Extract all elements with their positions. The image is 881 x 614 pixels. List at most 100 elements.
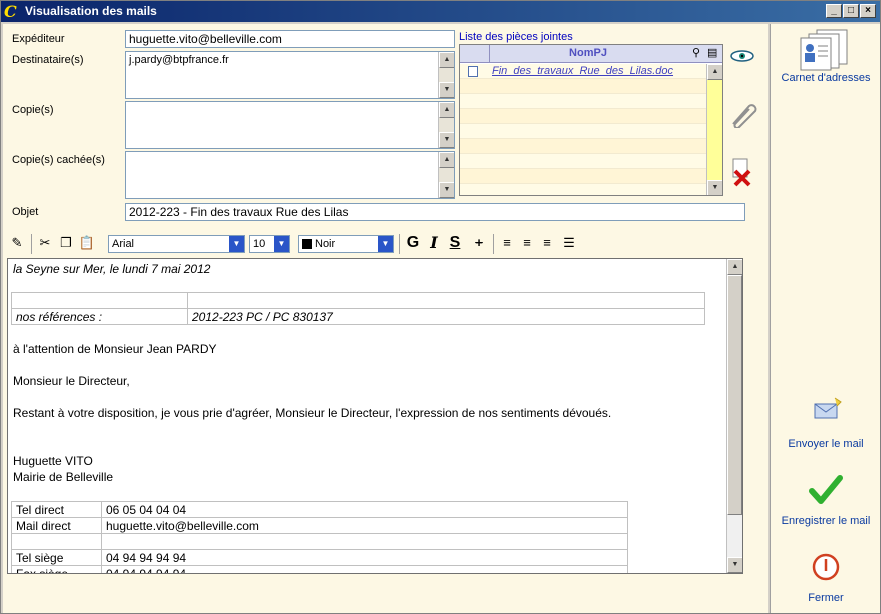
paperclip-icon[interactable] — [727, 100, 757, 129]
empty-row — [460, 139, 706, 154]
send-mail-icon[interactable] — [811, 396, 845, 426]
minimize-button[interactable]: _ — [826, 4, 842, 18]
attachments-title: Liste des pièces jointes — [459, 31, 573, 43]
strikethrough-icon[interactable]: + — [469, 233, 489, 253]
grid-corner — [460, 45, 490, 63]
toolbar-separator — [399, 234, 400, 254]
subject-field[interactable]: 2012-223 - Fin des travaux Rue des Lilas — [125, 203, 745, 221]
message-body-editor[interactable]: la Seyne sur Mer, le lundi 7 mai 2012 no… — [7, 258, 743, 574]
chevron-down-icon[interactable]: ▼ — [274, 236, 289, 252]
sender-field[interactable]: huguette.vito@belleville.com — [125, 30, 455, 48]
signer-name: Huguette VITO — [13, 454, 93, 468]
recipients-scrollbar[interactable]: ▲ ▼ — [438, 52, 454, 98]
close-window-button[interactable]: × — [860, 4, 876, 18]
toolbar-separator — [493, 234, 494, 254]
italic-button[interactable]: I — [424, 233, 444, 253]
attachment-row[interactable]: Fin_des_travaux_Rue_des_Lilas.doc — [460, 64, 706, 79]
maximize-button[interactable]: □ — [843, 4, 859, 18]
color-value: Noir — [315, 238, 336, 250]
bcc-scrollbar[interactable]: ▲ ▼ — [438, 152, 454, 198]
scroll-up-icon[interactable]: ▲ — [439, 102, 454, 118]
attention-line: à l'attention de Monsieur Jean PARDY — [13, 342, 217, 356]
contact-label — [11, 533, 102, 550]
align-center-icon[interactable]: ≡ — [517, 233, 537, 253]
chevron-down-icon[interactable]: ▼ — [229, 236, 244, 252]
empty-row — [460, 109, 706, 124]
export-icon[interactable]: ▤ — [707, 46, 717, 59]
attachments-header: NomPJ ⚲ ▤ — [460, 45, 722, 63]
date-line: la Seyne sur Mer, le lundi 7 mai 2012 — [13, 262, 211, 276]
contact-value — [101, 533, 628, 550]
address-book-button[interactable]: Carnet d'adresses — [771, 72, 881, 84]
column-header-nompj[interactable]: NomPJ — [490, 47, 686, 59]
attachments-grid: NomPJ ⚲ ▤ Fin_des_travaux_Rue_des_Lilas.… — [459, 44, 723, 196]
close-button[interactable]: Fermer — [771, 592, 881, 604]
attachment-link[interactable]: Fin_des_travaux_Rue_des_Lilas.doc — [492, 65, 673, 77]
view-eye-icon[interactable] — [729, 49, 755, 67]
bold-button[interactable]: G — [403, 233, 423, 253]
closing-line: Restant à votre disposition, je vous pri… — [13, 406, 612, 420]
paste-icon[interactable]: 📋 — [77, 233, 97, 253]
checkmark-icon[interactable] — [809, 474, 843, 506]
scroll-thumb[interactable] — [727, 275, 742, 515]
scroll-up-icon[interactable]: ▲ — [707, 64, 722, 80]
scroll-down-icon[interactable]: ▼ — [727, 557, 742, 573]
scroll-up-icon[interactable]: ▲ — [727, 259, 742, 275]
empty-row — [460, 184, 706, 195]
table-cell — [11, 292, 188, 309]
format-toolbar: ✎ ✂ ❐ 📋 Arial ▼ 10 ▼ Noir ▼ G I S + ≡ ≡ … — [3, 230, 768, 258]
send-mail-button[interactable]: Envoyer le mail — [771, 438, 881, 450]
spellcheck-icon[interactable]: ✎ — [7, 233, 27, 253]
chevron-down-icon[interactable]: ▼ — [378, 236, 393, 252]
attachments-rows: Fin_des_travaux_Rue_des_Lilas.doc — [460, 64, 706, 195]
reference-value: 2012-223 PC / PC 830137 — [187, 308, 705, 325]
align-left-icon[interactable]: ≡ — [497, 233, 517, 253]
color-select[interactable]: Noir ▼ — [298, 235, 394, 253]
scroll-down-icon[interactable]: ▼ — [439, 82, 454, 98]
cc-field[interactable]: ▲ ▼ — [125, 101, 455, 149]
cc-label: Copie(s) — [12, 104, 54, 116]
contact-label: Mail direct — [11, 517, 102, 534]
cc-scrollbar[interactable]: ▲ ▼ — [438, 102, 454, 148]
bcc-field[interactable]: ▲ ▼ — [125, 151, 455, 199]
scroll-down-icon[interactable]: ▼ — [707, 180, 722, 195]
title-bar: C Visualisation des mails _ □ × — [1, 1, 880, 22]
mail-viewer-window: C Visualisation des mails _ □ × Expédite… — [0, 0, 881, 614]
align-justify-icon[interactable]: ☰ — [559, 233, 579, 253]
copy-icon[interactable]: ❐ — [56, 233, 76, 253]
scroll-down-icon[interactable]: ▼ — [439, 132, 454, 148]
empty-row — [460, 154, 706, 169]
signer-organization: Mairie de Belleville — [13, 470, 114, 484]
salutation-line: Monsieur le Directeur, — [13, 374, 130, 388]
window-title: Visualisation des mails — [25, 4, 157, 18]
contact-value: 06 05 04 04 04 — [101, 501, 628, 518]
delete-attachment-icon[interactable] — [729, 157, 755, 187]
recipients-field[interactable]: j.pardy@btpfrance.fr ▲ ▼ — [125, 51, 455, 99]
underline-button[interactable]: S — [445, 233, 465, 253]
attachments-scrollbar[interactable]: ▲ ▼ — [706, 64, 722, 195]
save-mail-button[interactable]: Enregistrer le mail — [771, 515, 881, 527]
power-icon[interactable] — [811, 552, 841, 582]
cut-icon[interactable]: ✂ — [35, 233, 55, 253]
action-panel: Carnet d'adresses Envoyer le mail Enregi… — [770, 24, 880, 613]
scroll-up-icon[interactable]: ▲ — [439, 52, 454, 68]
empty-row — [460, 94, 706, 109]
editor-scrollbar[interactable]: ▲ ▼ — [726, 259, 742, 573]
contact-label: Fax siège — [11, 565, 102, 573]
subject-label: Objet — [12, 206, 39, 218]
app-logo-icon: C — [4, 2, 17, 21]
scroll-down-icon[interactable]: ▼ — [439, 182, 454, 198]
color-swatch — [302, 239, 312, 249]
align-right-icon[interactable]: ≡ — [537, 233, 557, 253]
contacts-table: Tel direct 06 05 04 04 04 Mail direct hugu… — [11, 501, 628, 573]
contact-label: Tel siège — [11, 549, 102, 566]
address-book-icon[interactable] — [799, 28, 853, 72]
font-select[interactable]: Arial ▼ — [108, 235, 245, 253]
size-select[interactable]: 10 ▼ — [249, 235, 290, 253]
contact-label: Tel direct — [11, 501, 102, 518]
sender-label: Expéditeur — [12, 33, 65, 45]
recipients-label: Destinataire(s) — [12, 54, 84, 66]
empty-row — [460, 169, 706, 184]
scroll-up-icon[interactable]: ▲ — [439, 152, 454, 168]
search-icon[interactable]: ⚲ — [692, 46, 700, 59]
